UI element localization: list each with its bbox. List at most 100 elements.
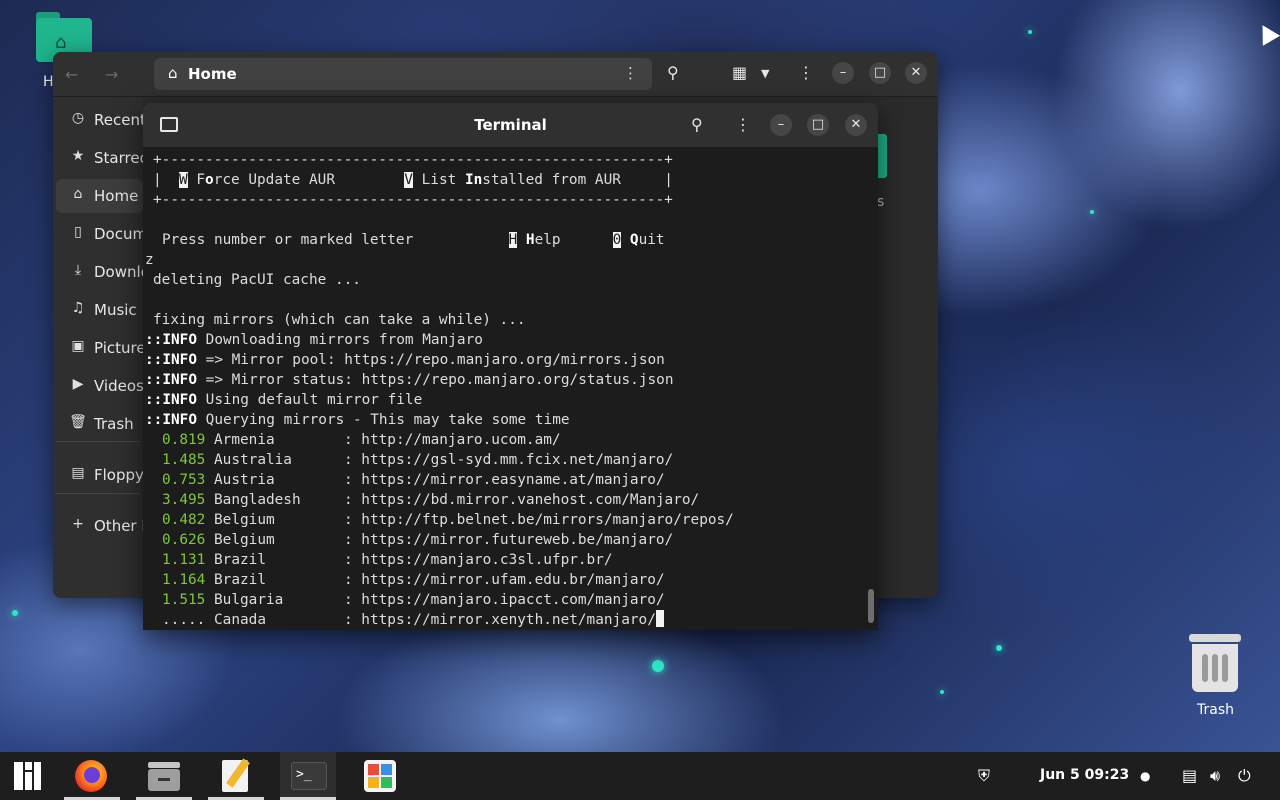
wallpaper-sparkle [652,660,664,672]
mirror-country: Austria [214,472,275,488]
mirror-time: 1.515 [162,592,206,608]
software-icon[interactable] [352,752,408,800]
info-line: ::INFO Using default mirror file [145,390,422,410]
clock[interactable]: Jun 5 09:23 [1040,767,1129,783]
trash-icon: 🗑 [69,414,87,430]
sidebar-item-downloads[interactable]: ⤓ Downloads [56,255,177,289]
sidebar-item-label: Home [94,187,139,205]
file-manager-header: ← → ⌂ Home ⋮ ⚲ ▦ ▼ ⋮ – □ ✕ [53,52,938,97]
info-text: Querying mirrors - This may take some ti… [205,412,570,428]
search-icon[interactable]: ⚲ [667,63,679,82]
manjaro-menu-icon[interactable] [0,752,56,800]
sidebar-item-floppy[interactable]: ▤ Floppy Disk [56,458,181,492]
sidebar-item-starred[interactable]: ★ Starred [56,141,149,175]
sidebar-item-other-locations[interactable]: + Other Locations [56,509,213,543]
minimize-button[interactable]: – [770,114,792,136]
document-icon: ▯ [74,224,82,240]
files-icon[interactable] [136,752,192,800]
menu-text-bold: In [464,172,483,188]
mirror-separator: : [265,612,362,628]
desktop-trash-icon[interactable] [1186,630,1246,694]
chevron-down-icon[interactable]: ▼ [761,67,769,80]
sidebar-item-videos[interactable]: ▶ Videos [56,369,144,403]
mirror-row: 0.626 Belgium : https://mirror.futureweb… [162,530,673,550]
prompt-text: Press number or marked letter [162,232,414,248]
mirror-url: http://ftp.belnet.be/mirrors/manjaro/rep… [361,512,734,528]
mirror-country: Belgium [214,532,275,548]
file-manager-sidebar: ◷ Recent ★ Starred ⌂ Home ▯ Documents ⤓ … [53,97,213,598]
menu-border: +---------------------------------------… [153,152,673,168]
volume-icon[interactable]: 🔊︎ [1210,766,1220,786]
minimize-button[interactable]: – [832,62,854,84]
sidebar-item-pictures[interactable]: ▣ Pictures [56,331,153,365]
sidebar-divider [56,441,140,442]
scrollbar[interactable] [868,589,874,623]
terminal-title: Terminal [474,116,547,134]
mouse-cursor-icon [1253,20,1280,46]
mirror-url: https://manjaro.ipacct.com/manjaro/ [361,592,665,608]
maximize-button[interactable]: □ [869,62,891,84]
mirror-time: 3.495 [162,492,206,508]
search-icon[interactable]: ⚲ [691,115,703,134]
sidebar-item-trash[interactable]: 🗑 Trash [56,407,143,441]
wallpaper-sparkle [12,610,18,616]
mirror-url: https://bd.mirror.vanehost.com/Manjaro/ [361,492,700,508]
info-line: ::INFO Downloading mirrors from Manjaro [145,330,483,350]
terminal-icon[interactable]: >_ [280,752,336,800]
mirror-url: http://manjaro.ucom.am/ [361,432,561,448]
mirror-row: 1.131 Brazil : https://manjaro.c3sl.ufpr… [162,550,613,570]
terminal-window[interactable]: Terminal ⚲ ⋮ – □ ✕ +--------------------… [143,103,878,630]
mirror-time: 1.485 [162,452,206,468]
mirror-row: 0.819 Armenia : http://manjaro.ucom.am/ [162,430,561,450]
back-arrow-icon[interactable]: ← [65,65,78,84]
sidebar-item-home[interactable]: ⌂ Home [56,179,143,213]
taskbar: >_ ⛨ Jun 5 09:23 ● ▤ 🔊︎ ⏻ [0,752,1280,800]
path-menu-icon[interactable]: ⋮ [623,64,638,82]
path-label: Home [188,65,237,83]
menu-border: +---------------------------------------… [153,192,673,208]
music-icon: ♫ [71,300,85,316]
menu-key: V [404,172,413,188]
mirror-time: 1.131 [162,552,206,568]
mirror-separator: : [265,552,362,568]
info-prefix: ::INFO [145,372,197,388]
power-icon[interactable]: ⏻ [1238,766,1251,786]
close-button[interactable]: ✕ [845,114,867,136]
mirror-row: 1.515 Bulgaria : https://manjaro.ipacct.… [162,590,665,610]
sidebar-item-recent[interactable]: ◷ Recent [56,103,146,137]
network-icon[interactable]: ▤ [1182,766,1197,785]
sidebar-item-documents[interactable]: ▯ Documents [56,217,179,251]
star-icon: ★ [71,148,85,164]
mirror-time: 0.819 [162,432,206,448]
info-text: Downloading mirrors from Manjaro [205,332,483,348]
mirror-time: 0.626 [162,532,206,548]
view-grid-icon[interactable]: ▦ [732,63,747,82]
mirror-separator: : [291,452,362,468]
kebab-menu-icon[interactable]: ⋮ [798,63,814,82]
text-cursor [655,610,664,627]
desktop-home-label: H [43,74,54,90]
sidebar-item-label: Trash [94,415,134,433]
home-icon: ⌂ [73,186,83,202]
close-button[interactable]: ✕ [905,62,927,84]
terminal-output[interactable]: +---------------------------------------… [143,149,878,630]
text-editor-icon[interactable] [208,752,264,800]
mirror-separator: : [300,492,362,508]
mirror-row: 1.485 Australia : https://gsl-syd.mm.fci… [162,450,673,470]
notification-dot-icon[interactable]: ● [1140,769,1150,783]
mirror-separator: : [274,432,362,448]
path-bar[interactable]: ⌂ Home ⋮ [154,58,652,90]
mirror-separator: : [274,532,362,548]
mirror-row: 0.753 Austria : https://mirror.easyname.… [162,470,665,490]
mirror-time: 0.482 [162,512,206,528]
firefox-icon[interactable] [64,752,120,800]
kebab-menu-icon[interactable]: ⋮ [735,115,751,134]
sidebar-item-music[interactable]: ♫ Music [56,293,143,327]
menu-text: elp [534,232,561,248]
menu-text: F [196,172,206,188]
mirror-row: 1.164 Brazil : https://mirror.ufam.edu.b… [162,570,665,590]
floppy-icon: ▤ [71,465,85,481]
shield-icon[interactable]: ⛨ [978,766,990,786]
maximize-button[interactable]: □ [807,114,829,136]
forward-arrow-icon[interactable]: → [105,65,118,84]
